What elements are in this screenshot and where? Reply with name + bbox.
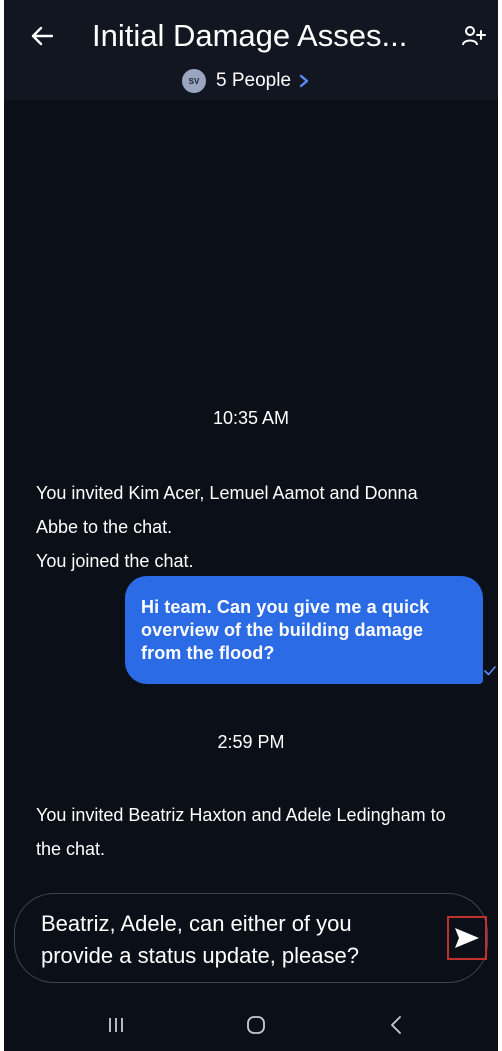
recents-icon — [109, 1018, 123, 1032]
add-person-button[interactable] — [456, 18, 492, 54]
chat-header: Initial Damage Asses... SV 5 People — [4, 0, 498, 100]
avatar: SV — [182, 69, 206, 93]
timestamp: 10:35 AM — [212, 408, 290, 428]
timestamp: 2:59 PM — [217, 732, 285, 752]
system-message: You invited Beatriz Haxton and Adele Led… — [36, 805, 446, 859]
send-icon — [455, 928, 479, 948]
nav-back-button[interactable] — [374, 1010, 418, 1040]
system-message: You joined the chat. — [36, 551, 194, 571]
recents-button[interactable] — [94, 1010, 138, 1040]
back-button[interactable] — [22, 16, 62, 56]
chevron-right-icon — [299, 74, 309, 88]
participants-link[interactable]: SV 5 People — [182, 66, 309, 96]
send-button[interactable] — [447, 916, 487, 960]
chat-screen: Initial Damage Asses... SV 5 People 10:3… — [4, 0, 498, 1051]
system-message: You invited Kim Acer, Lemuel Aamot and D… — [36, 483, 418, 537]
people-count-label: 5 People — [216, 70, 292, 91]
message-input[interactable]: Beatriz, Adele, can either of you provid… — [41, 908, 421, 972]
chat-title: Initial Damage Asses... — [92, 18, 408, 53]
arrow-left-icon — [31, 26, 53, 46]
system-nav-bar — [4, 1000, 498, 1051]
outgoing-message[interactable]: Hi team. Can you give me a quick overvie… — [125, 576, 483, 684]
home-button[interactable] — [234, 1010, 278, 1040]
checkmark-icon — [484, 666, 496, 676]
add-person-icon — [462, 26, 486, 46]
home-icon — [247, 1016, 265, 1034]
message-composer: Beatriz, Adele, can either of you provid… — [14, 893, 488, 983]
nav-back-icon — [391, 1016, 401, 1034]
